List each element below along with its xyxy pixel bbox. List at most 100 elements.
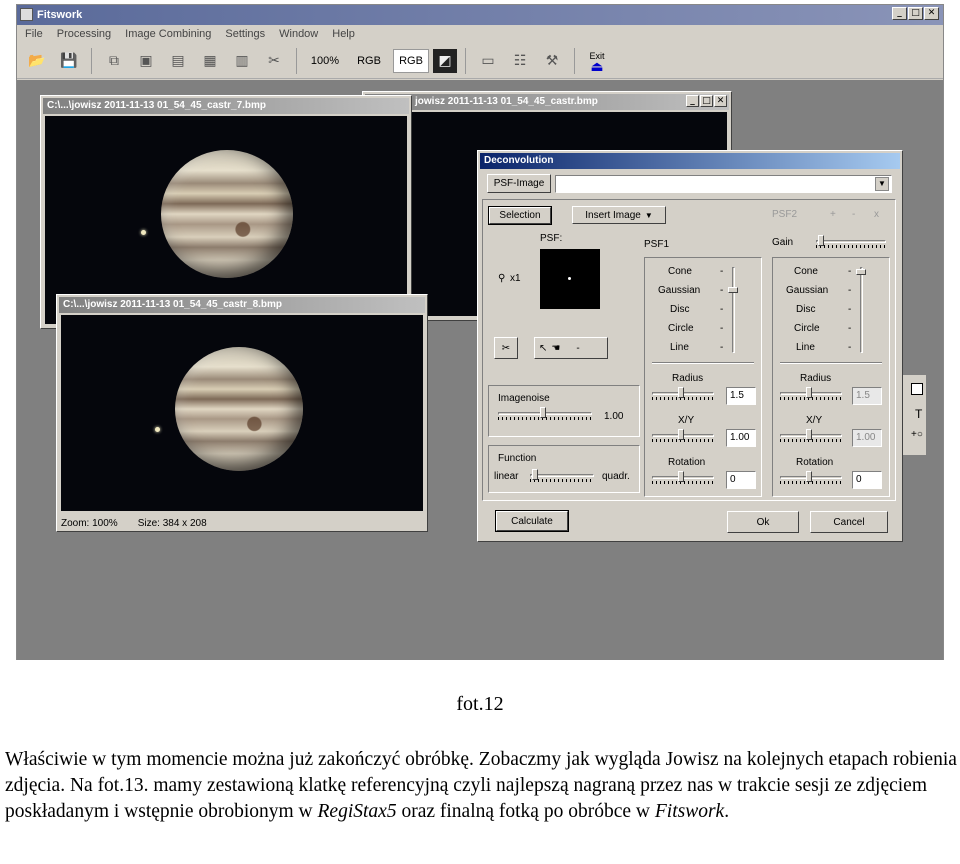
psf1-xy-input[interactable]: 1.00 — [726, 429, 756, 447]
cancel-button[interactable]: Cancel — [810, 511, 888, 533]
imagenoise-value: 1.00 — [604, 411, 624, 422]
function-label: Function — [498, 453, 537, 464]
rgb-button[interactable]: RGB — [349, 47, 389, 75]
moon-dot — [155, 427, 160, 432]
psf1-tick-circle: - — [720, 323, 724, 334]
circle-icon[interactable]: +○ — [911, 429, 923, 440]
menu-window[interactable]: Window — [279, 28, 318, 40]
stack-icon[interactable]: ▦ — [196, 47, 224, 75]
selection-tools[interactable]: ↖ ☚ - — [534, 337, 608, 359]
cut-icon[interactable]: ✂ — [260, 47, 288, 75]
function-quadr-label: quadr. — [602, 471, 630, 482]
display-icon[interactable]: ▭ — [474, 47, 502, 75]
app-icon — [20, 8, 33, 21]
tools-icon[interactable]: ⚒ — [538, 47, 566, 75]
psf1-cone-label: Cone — [668, 266, 692, 277]
pointer-icon[interactable]: ↖ — [539, 343, 547, 354]
psf-image-select[interactable]: ▼ — [555, 175, 892, 193]
exit-icon: ⏏ — [590, 57, 604, 74]
psf2-remove-button[interactable]: - — [852, 209, 855, 220]
gain-slider[interactable] — [816, 235, 886, 249]
psf-star — [568, 277, 571, 280]
rectangle-icon[interactable] — [911, 383, 923, 395]
psf2-delete-button[interactable]: x — [874, 209, 879, 220]
zoom-100-button[interactable]: 100% — [305, 47, 345, 75]
psf1-rotation-input[interactable]: 0 — [726, 471, 756, 489]
ok-button[interactable]: Ok — [727, 511, 799, 533]
psf1-line-label: Line — [670, 342, 689, 353]
body-paragraph: Właściwie w tym momencie można już zakoń… — [5, 747, 960, 825]
layers-icon[interactable]: ▤ — [164, 47, 192, 75]
close-button[interactable]: ✕ — [714, 95, 727, 107]
psf1-tick-line: - — [720, 342, 724, 353]
menu-file[interactable]: File — [25, 28, 43, 40]
text-tool[interactable]: T — [915, 407, 922, 421]
status-bar: Zoom: 100% Size: 384 x 208 — [61, 518, 207, 529]
flip-icon[interactable]: ⧉ — [100, 47, 128, 75]
imagenoise-label: Imagenoise — [498, 393, 550, 404]
psf2-radius-input[interactable]: 1.5 — [852, 387, 882, 405]
insert-image-button[interactable]: Insert Image ▼ — [572, 206, 666, 224]
minimize-button[interactable]: _ — [892, 7, 907, 20]
open-folder-icon[interactable]: 📂 — [23, 47, 51, 75]
psf-image-button[interactable]: PSF-Image — [487, 174, 551, 193]
copy-icon[interactable]: ▣ — [132, 47, 160, 75]
hand-icon[interactable]: ☚ — [551, 343, 560, 354]
zoom-factor: x1 — [510, 273, 521, 284]
toolbar: 📂 💾 ⧉ ▣ ▤ ▦ ▥ ✂ 100% RGB RGB ◩ ▭ ☷ ⚒ Exi… — [17, 43, 943, 79]
psf2-xy-slider[interactable] — [780, 429, 842, 443]
window-title: C:\...\jowisz 2011-11-13 01_54_45_castr_… — [47, 100, 267, 111]
imagenoise-slider[interactable] — [498, 407, 592, 421]
psf1-rotation-slider[interactable] — [652, 471, 714, 485]
size-status: Size: 384 x 208 — [137, 518, 207, 529]
dash-label[interactable]: - — [576, 343, 579, 354]
filter-icon[interactable]: ☷ — [506, 47, 534, 75]
psf2-shape-slider[interactable] — [856, 267, 866, 353]
psf2-tick-circle: - — [848, 323, 852, 334]
psf2-rotation-input[interactable]: 0 — [852, 471, 882, 489]
psf2-radius-slider[interactable] — [780, 387, 842, 401]
psf2-line-label: Line — [796, 342, 815, 353]
menu-help[interactable]: Help — [332, 28, 355, 40]
psf1-radius-input[interactable]: 1.5 — [726, 387, 756, 405]
jupiter-planet — [161, 150, 293, 278]
rgb-white-button[interactable]: RGB — [393, 48, 429, 73]
psf1-circle-label: Circle — [668, 323, 694, 334]
zoom-status: Zoom: 100% — [61, 518, 118, 529]
deconvolution-dialog: Deconvolution PSF-Image ▼ Selection Inse… — [477, 150, 903, 542]
calculate-button[interactable]: Calculate — [495, 510, 569, 532]
psf2-gaussian-label: Gaussian — [786, 285, 829, 296]
dialog-title-bar: Deconvolution — [480, 153, 900, 169]
psf2-rotation-label: Rotation — [796, 457, 834, 468]
paragraph-text-2: oraz finalną fotką po obróbce w — [396, 801, 655, 822]
psf1-rotation-label: Rotation — [668, 457, 706, 468]
insert-image-label: Insert Image — [585, 209, 641, 221]
image-canvas[interactable] — [45, 116, 407, 324]
image-window-front[interactable]: C:\...\jowisz 2011-11-13 01_54_45_castr_… — [56, 294, 428, 532]
function-slider[interactable] — [530, 469, 594, 483]
psf1-xy-slider[interactable] — [652, 429, 714, 443]
maximize-button[interactable]: □ — [908, 7, 923, 20]
psf2-rotation-slider[interactable] — [780, 471, 842, 485]
scissors-icon[interactable]: ✂ — [494, 337, 518, 359]
exit-button[interactable]: Exit ⏏ — [583, 47, 611, 75]
psf1-radius-label: Radius — [672, 373, 704, 384]
save-icon[interactable]: 💾 — [55, 47, 83, 75]
menu-settings[interactable]: Settings — [225, 28, 265, 40]
image-canvas[interactable] — [61, 315, 423, 511]
menu-image-combining[interactable]: Image Combining — [125, 28, 211, 40]
chevron-down-icon: ▼ — [875, 177, 889, 191]
psf2-xy-input[interactable]: 1.00 — [852, 429, 882, 447]
psf2-label: PSF2 — [772, 209, 798, 220]
minimize-button[interactable]: _ — [686, 95, 699, 107]
psf2-add-button[interactable]: + — [830, 209, 836, 220]
window-icon[interactable]: ▥ — [228, 47, 256, 75]
magnifier-icon[interactable]: ⚲ — [498, 273, 505, 284]
selection-button[interactable]: Selection — [488, 206, 552, 225]
histogram-icon[interactable]: ◩ — [433, 48, 457, 73]
psf1-shape-slider[interactable] — [728, 267, 738, 353]
close-button[interactable]: ✕ — [924, 7, 939, 20]
maximize-button[interactable]: □ — [700, 95, 713, 107]
psf1-radius-slider[interactable] — [652, 387, 714, 401]
menu-processing[interactable]: Processing — [57, 28, 111, 40]
